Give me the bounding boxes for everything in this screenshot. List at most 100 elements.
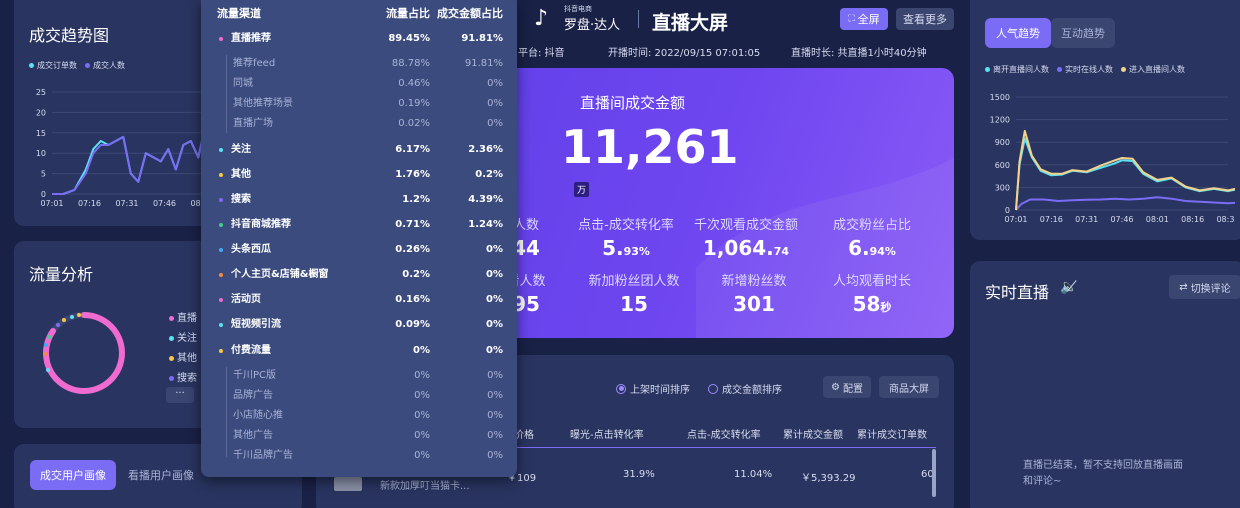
product-thumbnail <box>334 477 362 491</box>
channel-gmv-pct: 91.81% <box>464 58 503 69</box>
gmv-label: 直播间成交金额 <box>580 94 686 112</box>
y-tick-label: 1200 <box>990 116 1010 125</box>
start-time-info: 开播时间: 2022/09/15 07:01:05 <box>608 48 761 59</box>
y-tick-label: 1500 <box>990 93 1010 102</box>
sort-by-time-radio[interactable]: 上架时间排序 <box>616 381 690 396</box>
channel-name: 直播推荐 <box>231 33 271 44</box>
metric-label: 成交粉丝占比 <box>832 218 911 233</box>
metric-label: 人均观看时长 <box>832 274 911 289</box>
channel-gmv-pct: 91.81% <box>461 33 503 44</box>
sub-channel-row: 小店随心推 0% 0% <box>201 409 517 423</box>
traffic-channel-popup: 流量渠道 流量占比 成交金额占比 直播推荐 89.45% 91.81% 推荐feed 8… <box>201 0 517 477</box>
channel-traffic-pct: 0% <box>414 410 430 421</box>
trend-chart: 051015202507:0107:1607:3107:4608:01 <box>36 88 214 208</box>
channel-bullet <box>219 273 223 277</box>
x-tick-label: 07:31 <box>115 199 138 208</box>
channel-row: 其他 1.76% 0.2% <box>201 168 517 182</box>
platform-info: 平台: 抖音 <box>518 48 565 59</box>
series-line <box>52 135 203 195</box>
live-card: 实时直播 🔈̸ ⇄ 切换评论 直播已结束，暂不支持回放直播画面 和评论~ <box>970 261 1240 508</box>
y-tick-label: 600 <box>995 161 1010 170</box>
channel-traffic-pct: 6.17% <box>395 144 430 155</box>
channel-name: 搜索 <box>231 194 251 205</box>
sub-channel-row: 直播广场 0.02% 0% <box>201 117 517 131</box>
channel-name: 短视频引流 <box>231 319 281 330</box>
col-header-gmv: 累计成交金额 <box>783 430 843 441</box>
channel-name: 其他 <box>231 169 251 180</box>
metric-label: 千次观看成交金额 <box>693 218 798 233</box>
config-button[interactable]: ⚙ 配置 <box>823 376 871 398</box>
channel-name: 活动页 <box>231 294 261 305</box>
x-tick-label: 07:31 <box>1075 215 1098 224</box>
x-tick-label: 07:46 <box>153 199 176 208</box>
series-line <box>52 135 203 195</box>
y-tick-label: 5 <box>41 170 46 179</box>
channel-gmv-pct: 0% <box>487 390 503 401</box>
channel-name: 小店随心推 <box>233 410 283 421</box>
channel-name: 头条西瓜 <box>231 244 271 255</box>
channel-name: 付费流量 <box>231 345 271 356</box>
channel-gmv-pct: 0% <box>486 345 503 356</box>
col-header-orders: 累计成交订单数 <box>857 430 927 441</box>
mute-icon[interactable]: 🔈̸ <box>1060 279 1077 295</box>
channel-traffic-pct: 0.2% <box>402 269 430 280</box>
channel-gmv-pct: 0% <box>486 244 503 255</box>
table-scrollbar[interactable] <box>932 449 936 497</box>
channel-row: 个人主页&店铺&橱窗 0.2% 0% <box>201 268 517 282</box>
popularity-legend: 离开直播间人数 实时在线人数 进入直播间人数 <box>985 64 1185 75</box>
sub-channel-row: 品牌广告 0% 0% <box>201 389 517 403</box>
channel-traffic-pct: 0.19% <box>398 98 430 109</box>
sort-by-gmv-radio[interactable]: 成交金额排序 <box>708 381 782 396</box>
channel-gmv-pct: 2.36% <box>468 144 503 155</box>
product-screen-button[interactable]: 商品大屏 <box>879 376 939 398</box>
legend-orders: 成交订单数 <box>29 60 77 71</box>
channel-name: 其他广告 <box>233 430 273 441</box>
channel-gmv-pct: 0% <box>487 450 503 461</box>
tab-interaction[interactable]: 互动趋势 <box>1051 18 1115 48</box>
trend-title: 成交趋势图 <box>29 26 110 45</box>
channel-name: 同城 <box>233 78 253 89</box>
x-tick-label: 07:16 <box>1040 215 1063 224</box>
brand-small: 抖音电商 <box>564 5 592 13</box>
switch-icon: ⇄ <box>1179 281 1188 293</box>
channel-gmv-pct: 0% <box>486 269 503 280</box>
channel-row: 活动页 0.16% 0% <box>201 293 517 307</box>
channel-gmv-pct: 0% <box>487 78 503 89</box>
channel-name: 品牌广告 <box>233 390 273 401</box>
popup-header-traffic-pct: 流量占比 <box>386 7 430 20</box>
legend-online: 实时在线人数 <box>1057 64 1113 75</box>
channel-gmv-pct: 0.2% <box>475 169 503 180</box>
legend-leave: 离开直播间人数 <box>985 64 1049 75</box>
x-tick-label: 08:01 <box>1146 215 1169 224</box>
traffic-title: 流量分析 <box>29 265 94 284</box>
x-tick-label: 07:01 <box>1004 215 1027 224</box>
metric-value: 1,064.74 <box>702 236 790 260</box>
channel-name: 关注 <box>231 144 251 155</box>
gear-icon: ⚙ <box>831 381 840 393</box>
sub-group-line <box>226 55 227 133</box>
tab-buyer-profile[interactable]: 成交用户画像 <box>30 460 116 490</box>
channel-traffic-pct: 89.45% <box>388 33 430 44</box>
popularity-chart: 0 300 600 900 1200 1500 07:01 07:16 07:31 07:46 08… <box>990 93 1235 224</box>
tab-popularity[interactable]: 人气趋势 <box>985 18 1051 48</box>
sub-channel-row: 其他广告 0% 0% <box>201 429 517 443</box>
y-tick-label: 300 <box>995 183 1010 192</box>
channel-row: 短视频引流 0.09% 0% <box>201 318 517 332</box>
metric-value: 58秒 <box>852 292 892 316</box>
switch-comment-button[interactable]: ⇄ 切换评论 <box>1169 275 1240 299</box>
popup-header-channel: 流量渠道 <box>217 7 261 20</box>
view-more-button[interactable]: 查看更多 <box>896 8 954 30</box>
channel-gmv-pct: 0% <box>487 118 503 129</box>
y-tick-label: 25 <box>36 88 46 97</box>
y-tick-label: 10 <box>36 149 46 158</box>
channel-bullet <box>219 148 223 152</box>
metric-value: 5.93% <box>602 236 650 260</box>
tab-viewer-profile[interactable]: 看播用户画像 <box>118 460 204 490</box>
traffic-more-button[interactable]: ··· <box>166 387 194 403</box>
channel-gmv-pct: 4.39% <box>468 194 503 205</box>
channel-gmv-pct: 1.24% <box>468 219 503 230</box>
y-tick-label: 15 <box>36 129 46 138</box>
metric-value: 15 <box>620 292 648 316</box>
x-tick-label: 07:46 <box>1110 215 1133 224</box>
fullscreen-button[interactable]: ⛶ 全屏 <box>840 8 888 30</box>
